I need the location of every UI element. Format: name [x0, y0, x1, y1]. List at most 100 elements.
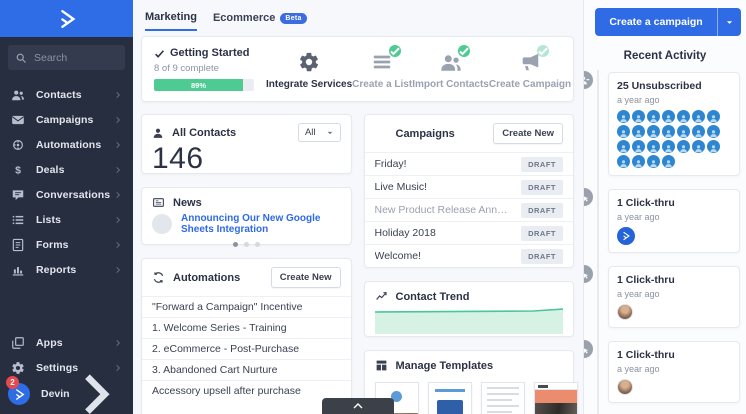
deals-icon: $: [11, 163, 25, 177]
campaign-row[interactable]: Friday! DRAFT: [365, 152, 574, 175]
campaign-name: Holiday 2018: [375, 227, 436, 239]
automations-title: Automations: [173, 272, 271, 284]
campaigns-create-new-button[interactable]: Create New: [493, 123, 563, 144]
member-avatar: [647, 155, 660, 168]
sync-icon: [152, 271, 165, 284]
member-avatar: [647, 110, 660, 123]
activity-time: a year ago: [617, 289, 731, 299]
reports-icon: [11, 263, 25, 277]
template-thumbnail[interactable]: [481, 382, 525, 414]
automation-row[interactable]: Accessory upsell after purchase: [142, 380, 351, 401]
news-headline-link[interactable]: Announcing Our New Google Sheets Integra…: [181, 213, 341, 235]
create-campaign-button[interactable]: Create a campaign: [595, 8, 717, 36]
tab-bar: Marketing Ecommerce Beta: [141, 8, 574, 32]
sidebar-item[interactable]: $ Deals: [0, 157, 133, 182]
template-thumbnail[interactable]: [428, 382, 472, 414]
getting-started-step[interactable]: Integrate Services: [266, 49, 352, 90]
tab-ecommerce-label: Ecommerce: [213, 12, 275, 24]
campaign-row[interactable]: Live Music! DRAFT: [365, 175, 574, 198]
activity-card[interactable]: 25 Unsubscribed a year ago: [608, 72, 740, 176]
recent-activity-heading: Recent Activity: [584, 50, 746, 62]
tab-marketing[interactable]: Marketing: [145, 11, 197, 31]
member-avatar: [692, 140, 705, 153]
gear-icon: [297, 51, 321, 73]
getting-started-step[interactable]: Import Contacts: [412, 49, 489, 90]
sidebar-item-label: Deals: [36, 164, 114, 176]
member-avatar: [677, 110, 690, 123]
bottom-drawer-toggle[interactable]: [322, 398, 394, 414]
photo-avatar: [617, 304, 633, 320]
create-campaign-dropdown-button[interactable]: [717, 8, 741, 36]
contacts-count: 146: [152, 144, 341, 174]
carousel-dots[interactable]: [142, 242, 351, 247]
contact-trend-title: Contact Trend: [396, 291, 564, 303]
photo-avatar: [617, 379, 633, 395]
member-avatar: [677, 125, 690, 138]
getting-started-step[interactable]: Create a List: [352, 49, 412, 90]
activity-card[interactable]: 1 Click-thru a year ago: [608, 189, 740, 253]
getting-started-step[interactable]: Create Campaign: [489, 49, 571, 90]
progress-fill: 89%: [154, 79, 243, 91]
activity-avatars: [617, 227, 731, 245]
chevron-right-icon: [114, 216, 122, 224]
svg-text:$: $: [15, 164, 21, 176]
contact-icon: [152, 127, 164, 139]
logo-header[interactable]: [0, 0, 133, 37]
campaigns-list: Friday! DRAFT Live Music! DRAFT New Prod…: [365, 152, 574, 267]
click-icon: [583, 263, 595, 285]
sidebar-item[interactable]: Automations: [0, 132, 133, 157]
contact-trend-card: Contact Trend: [364, 281, 575, 337]
automation-name: 2. eCommerce - Post-Purchase: [152, 343, 299, 355]
activity-item: 1 Click-thru a year ago: [608, 189, 740, 253]
step-label: Create Campaign: [489, 79, 571, 90]
sidebar-item-label: Campaigns: [36, 114, 114, 126]
user-name: Devin: [41, 388, 70, 400]
campaigns-card: Campaigns Create New Friday! DRAFT L: [364, 114, 575, 268]
sidebar-item[interactable]: Forms: [0, 232, 133, 257]
grid-left-column: All Contacts All 146 News: [141, 114, 352, 414]
all-contacts-card: All Contacts All 146: [141, 114, 352, 174]
manage-templates-card: Manage Templates: [364, 350, 575, 414]
template-thumbnail[interactable]: [534, 382, 578, 414]
automation-row[interactable]: 3. Abandoned Cart Nurture: [142, 359, 351, 380]
sidebar-item[interactable]: Campaigns: [0, 107, 133, 132]
activity-card[interactable]: 1 Click-thru a year ago: [608, 341, 740, 403]
contacts-filter-select[interactable]: All: [298, 123, 341, 142]
automations-create-new-button[interactable]: Create New: [271, 267, 341, 288]
forms-icon: [11, 238, 25, 252]
status-badge: DRAFT: [521, 203, 563, 218]
search-box[interactable]: [8, 45, 125, 70]
automation-row[interactable]: 1. Welcome Series - Training: [142, 317, 351, 338]
chevron-right-icon: [114, 91, 122, 99]
tab-ecommerce[interactable]: Ecommerce Beta: [213, 12, 307, 30]
all-contacts-title: All Contacts: [172, 127, 298, 139]
sidebar-item[interactable]: Contacts: [0, 82, 133, 107]
member-avatar: [707, 125, 720, 138]
activity-timeline-line: [597, 70, 599, 414]
automation-name: "Forward a Campaign" Incentive: [152, 301, 302, 313]
campaign-row[interactable]: New Product Release Announcement! DRAFT: [365, 198, 574, 221]
campaign-row[interactable]: Holiday 2018 DRAFT: [365, 221, 574, 244]
apps-icon: [11, 336, 25, 350]
sidebar-user[interactable]: 2 Devin: [0, 380, 133, 414]
activity-title: 1 Click-thru: [617, 349, 731, 361]
campaign-row[interactable]: Welcome! DRAFT: [365, 244, 574, 267]
activity-panel: Create a campaign Recent Activity 25 Uns…: [583, 0, 746, 414]
sidebar-item[interactable]: Reports: [0, 257, 133, 282]
automation-row[interactable]: "Forward a Campaign" Incentive: [142, 296, 351, 317]
search-input[interactable]: [34, 52, 119, 64]
getting-started-subtitle: 8 of 9 complete: [154, 63, 266, 74]
getting-started-summary: Getting Started 8 of 9 complete 89%: [154, 47, 266, 91]
campaigns-icon: [11, 113, 25, 127]
trend-icon: [375, 290, 388, 303]
member-avatar: [632, 125, 645, 138]
activity-card[interactable]: 1 Click-thru a year ago: [608, 266, 740, 328]
sidebar-item[interactable]: Lists: [0, 207, 133, 232]
sidebar-item[interactable]: Apps: [0, 330, 133, 355]
chevron-right-icon: [114, 241, 122, 249]
campaigns-title: Campaigns: [396, 128, 494, 140]
activity-item: 1 Click-thru a year ago: [608, 266, 740, 328]
campaign-name: Friday!: [375, 158, 407, 170]
automation-row[interactable]: 2. eCommerce - Post-Purchase: [142, 338, 351, 359]
sidebar-item[interactable]: Conversations: [0, 182, 133, 207]
